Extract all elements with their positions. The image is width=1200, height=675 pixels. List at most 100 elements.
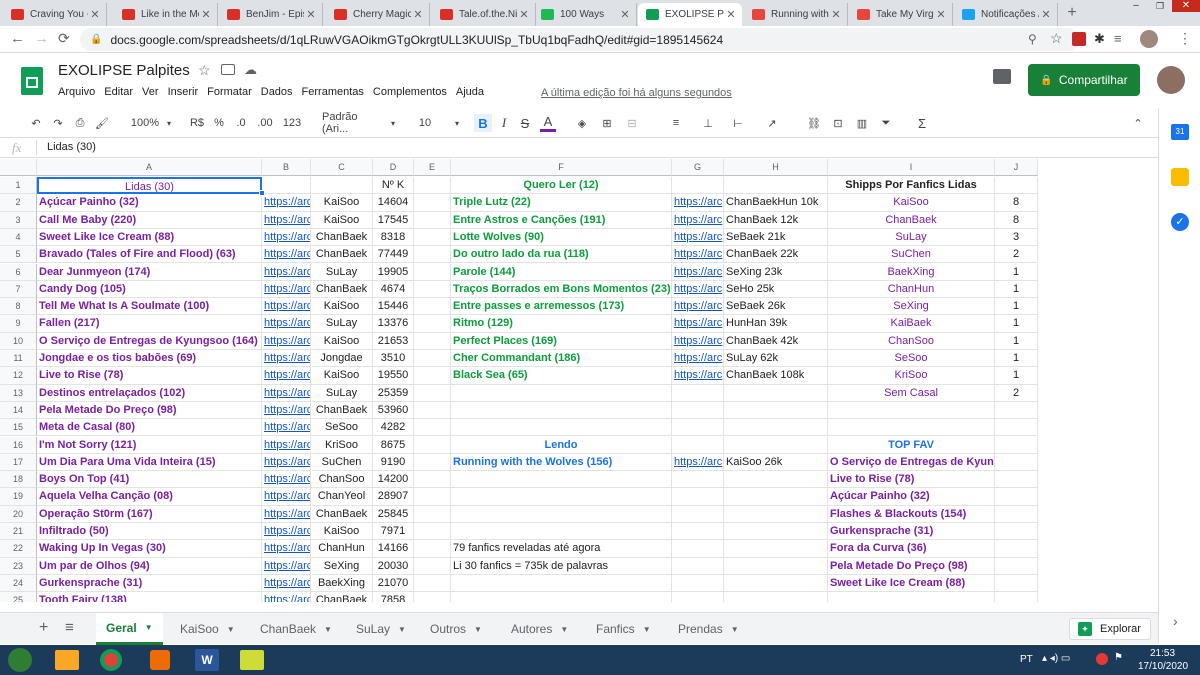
- row-header[interactable]: 16: [0, 436, 37, 454]
- chevron-down-icon[interactable]: ▼: [560, 625, 568, 634]
- cell-H9[interactable]: HunHan 39k: [724, 315, 828, 333]
- cell-F15[interactable]: [451, 419, 672, 437]
- row-header[interactable]: 15: [0, 419, 37, 437]
- new-tab-button[interactable]: +: [1063, 4, 1081, 22]
- row-header[interactable]: 14: [0, 401, 37, 420]
- close-tab-icon[interactable]: ✕: [88, 8, 102, 21]
- cell-J5[interactable]: 2: [995, 246, 1038, 264]
- cell-J9[interactable]: 1: [995, 315, 1038, 333]
- cell-E9[interactable]: [414, 315, 451, 333]
- close-tab-icon[interactable]: ✕: [724, 8, 738, 21]
- percent-format[interactable]: %: [212, 114, 226, 132]
- cell-J21[interactable]: [995, 523, 1038, 541]
- bookmark-star-icon[interactable]: ☆: [1050, 30, 1063, 47]
- browser-tab[interactable]: Cherry Magic ✕: [326, 3, 430, 26]
- cell-H21[interactable]: [724, 523, 828, 541]
- maximize-button[interactable]: ❐: [1150, 2, 1170, 11]
- menu-item[interactable]: Dados: [261, 86, 293, 102]
- cell-I6[interactable]: BaekXing: [828, 263, 995, 281]
- menu-item[interactable]: Formatar: [207, 86, 252, 102]
- cell-B7[interactable]: https://arc: [262, 280, 311, 299]
- cell-F9[interactable]: Ritmo (129): [451, 315, 672, 333]
- cell-E1[interactable]: [414, 177, 451, 195]
- cloud-status-icon[interactable]: ☁: [244, 62, 257, 78]
- font-select[interactable]: Padrão (Ari...: [322, 111, 384, 135]
- cell-H11[interactable]: SuLay 62k: [724, 350, 828, 368]
- cell-F14[interactable]: [451, 401, 672, 420]
- zoom-select[interactable]: 100%: [128, 114, 162, 132]
- sheet-tab[interactable]: ChanBaek ▼: [250, 613, 342, 645]
- align-horizontal-icon[interactable]: ≡: [668, 114, 684, 132]
- row-header[interactable]: 5: [0, 246, 37, 264]
- cell-F3[interactable]: Entre Astros e Canções (191): [451, 211, 672, 229]
- cell-A20[interactable]: Operação St0rm (167): [37, 505, 262, 523]
- cell-B23[interactable]: https://arc: [262, 557, 311, 575]
- cell-I9[interactable]: KaiBaek: [828, 315, 995, 333]
- cell-H3[interactable]: ChanBaek 12k: [724, 211, 828, 229]
- cell-G8[interactable]: https://arc: [672, 298, 724, 316]
- reload-icon[interactable]: ⟳: [58, 30, 70, 47]
- cell-A10[interactable]: O Serviço de Entregas de Kyungsoo (164): [37, 332, 262, 350]
- cell-A21[interactable]: Infiltrado (50): [37, 523, 262, 541]
- cell-E17[interactable]: [414, 453, 451, 472]
- cell-I24[interactable]: Sweet Like Ice Cream (88): [828, 574, 995, 593]
- move-folder-icon[interactable]: [221, 64, 235, 75]
- comment-icon[interactable]: ⊡: [830, 114, 846, 132]
- cell-A1[interactable]: Lidas (30): [37, 177, 262, 195]
- keep-icon[interactable]: [1171, 168, 1189, 186]
- cell-E19[interactable]: [414, 488, 451, 506]
- cell-A25[interactable]: Tooth Fairy (138): [37, 592, 262, 602]
- cell-G25[interactable]: [672, 592, 724, 602]
- browser-tab[interactable]: Notificações / ✕: [954, 3, 1058, 26]
- cell-D5[interactable]: 77449: [373, 246, 414, 264]
- cell-F18[interactable]: [451, 471, 672, 489]
- cell-B5[interactable]: https://arc: [262, 246, 311, 264]
- browser-tab[interactable]: Like in the Mo ✕: [114, 3, 218, 26]
- column-header[interactable]: G: [672, 159, 724, 176]
- cell-I11[interactable]: SeSoo: [828, 350, 995, 368]
- cell-H25[interactable]: [724, 592, 828, 602]
- cell-I12[interactable]: KriSoo: [828, 367, 995, 385]
- cell-F5[interactable]: Do outro lado da rua (118): [451, 246, 672, 264]
- row-header[interactable]: 21: [0, 523, 37, 541]
- cell-E21[interactable]: [414, 523, 451, 541]
- cell-J2[interactable]: 8: [995, 194, 1038, 212]
- column-header[interactable]: C: [311, 159, 373, 176]
- zoom-icon[interactable]: ⚲: [1028, 32, 1037, 46]
- cell-H2[interactable]: ChanBaekHun 10k: [724, 194, 828, 212]
- cell-D7[interactable]: 4674: [373, 280, 414, 299]
- fill-handle[interactable]: [259, 190, 265, 197]
- cell-C6[interactable]: SuLay: [311, 263, 373, 281]
- cell-H24[interactable]: [724, 574, 828, 593]
- cell-B12[interactable]: https://arc: [262, 367, 311, 385]
- cell-H1[interactable]: [724, 177, 828, 195]
- close-tab-icon[interactable]: ✕: [304, 8, 318, 21]
- cell-C17[interactable]: SuChen: [311, 453, 373, 472]
- row-header[interactable]: 10: [0, 332, 37, 350]
- cell-B14[interactable]: https://arc: [262, 401, 311, 420]
- chrome-taskbar-icon[interactable]: [100, 649, 122, 671]
- cell-I16[interactable]: TOP FAV: [828, 436, 995, 454]
- cell-D19[interactable]: 28907: [373, 488, 414, 506]
- collapse-toolbar-icon[interactable]: ⌃: [1130, 114, 1146, 132]
- cell-A23[interactable]: Um par de Olhos (94): [37, 557, 262, 575]
- cell-B15[interactable]: https://arc: [262, 419, 311, 437]
- cell-G16[interactable]: [672, 436, 724, 454]
- row-header[interactable]: 20: [0, 505, 37, 523]
- url-field[interactable]: 🔒 docs.google.com/spreadsheets/d/1qLRuwV…: [80, 28, 1080, 51]
- cell-I10[interactable]: ChanSoo: [828, 332, 995, 350]
- cell-C11[interactable]: Jongdae: [311, 350, 373, 368]
- row-header[interactable]: 19: [0, 488, 37, 506]
- chevron-down-icon[interactable]: ▼: [324, 625, 332, 634]
- cell-J23[interactable]: [995, 557, 1038, 575]
- cell-B17[interactable]: https://arc: [262, 453, 311, 472]
- browser-tab[interactable]: Tale.of.the.Ni ✕: [432, 3, 536, 26]
- cell-D1[interactable]: Nº K: [373, 177, 414, 195]
- cell-F8[interactable]: Entre passes e arremessos (173): [451, 298, 672, 316]
- cell-C15[interactable]: SeSoo: [311, 419, 373, 437]
- cell-A18[interactable]: Boys On Top (41): [37, 471, 262, 489]
- decrease-decimals[interactable]: .0: [231, 114, 251, 132]
- cell-G15[interactable]: [672, 419, 724, 437]
- cell-B13[interactable]: https://arc: [262, 384, 311, 402]
- cell-A16[interactable]: I'm Not Sorry (121): [37, 436, 262, 454]
